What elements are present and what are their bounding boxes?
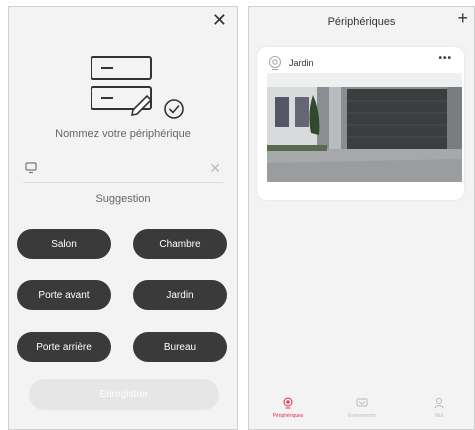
monitor-icon: [25, 162, 37, 174]
camera-icon: [268, 55, 282, 71]
events-icon: [356, 398, 368, 407]
camera-preview-thumbnail[interactable]: [267, 73, 462, 182]
suggestion-chip-porte-avant[interactable]: Porte avant: [17, 280, 111, 310]
device-name-input[interactable]: [45, 161, 201, 179]
device-name: Jardin: [289, 58, 314, 68]
tab-events-label: Événements: [348, 413, 376, 419]
tab-events[interactable]: Événements: [327, 397, 397, 419]
tab-devices-label: Périphériques: [272, 413, 304, 419]
save-button[interactable]: Enregistrer: [29, 379, 219, 410]
more-options-button[interactable]: •••: [438, 53, 452, 64]
tab-me-label: Moi: [434, 413, 444, 419]
person-icon: [434, 398, 444, 409]
name-device-title: Nommez votre périphérique: [55, 128, 191, 140]
tab-me[interactable]: Moi: [404, 397, 474, 419]
suggestion-title: Suggestion: [95, 193, 151, 205]
page-title: Périphériques: [327, 16, 396, 28]
header: Périphériques +: [249, 7, 474, 35]
suggestion-chip-bureau[interactable]: Bureau: [133, 332, 227, 362]
rename-device-panel: ✕ Nommez votre périphérique ✕ Suggestion…: [8, 6, 238, 430]
camera-icon: [283, 397, 293, 409]
close-icon[interactable]: ✕: [212, 11, 227, 29]
suggestion-chip-jardin[interactable]: Jardin: [133, 280, 227, 310]
bottom-tab-bar: Périphériques Événements Moi: [249, 395, 474, 429]
devices-panel: Périphériques + Jardin ••• Périphériques…: [248, 6, 475, 430]
device-card[interactable]: Jardin •••: [257, 47, 464, 200]
tab-devices[interactable]: Périphériques: [253, 397, 323, 419]
rename-device-illustration-icon: [91, 56, 184, 119]
suggestion-chip-salon[interactable]: Salon: [17, 229, 111, 259]
add-device-button[interactable]: +: [457, 9, 468, 27]
device-name-field: ✕: [23, 157, 223, 183]
suggestion-chip-porte-arriere[interactable]: Porte arrière: [17, 332, 111, 362]
clear-input-icon[interactable]: ✕: [209, 160, 221, 177]
suggestion-chip-chambre[interactable]: Chambre: [133, 229, 227, 259]
